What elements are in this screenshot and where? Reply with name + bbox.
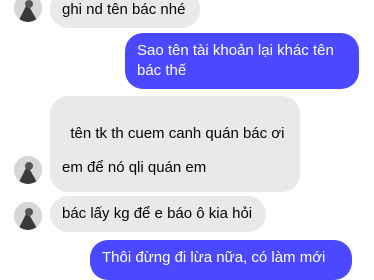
message-bubble-incoming[interactable]: ghi nd tên bác nhé	[50, 0, 200, 28]
message-text: tên tk th cuem canh quán bác ơi	[70, 125, 285, 142]
message-bubble-outgoing[interactable]: Thôi đừng đi lừa nữa, có làm mới	[90, 240, 352, 280]
avatar[interactable]	[14, 0, 42, 22]
message-bubble-incoming[interactable]: em để nó qli quán em	[50, 150, 220, 186]
message-bubble-outgoing[interactable]: Sao tên tài khoản lại khác tên bác thế	[125, 33, 359, 89]
avatar[interactable]	[14, 156, 42, 184]
avatar[interactable]	[14, 202, 42, 230]
message-bubble-incoming[interactable]: bác lấy kg để e báo ô kia hỏi	[50, 196, 266, 232]
